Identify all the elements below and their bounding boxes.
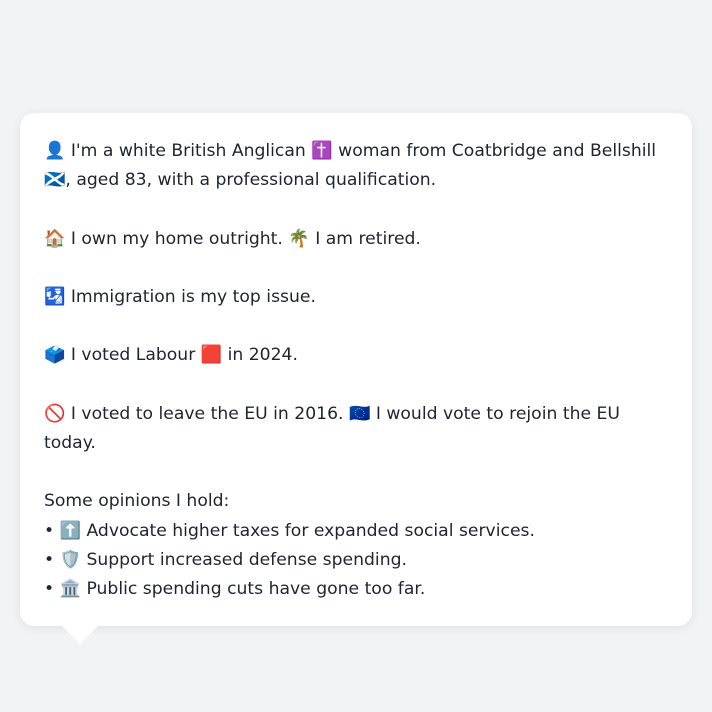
top-issue-text: 🛂 Immigration is my top issue.: [44, 286, 316, 307]
opinions-heading: Some opinions I hold:: [44, 491, 230, 512]
persona-speech-bubble: 👤 I'm a white British Anglican ✝️ woman …: [20, 113, 692, 645]
identity-text: 👤 I'm a white British Anglican ✝️ woman …: [44, 141, 657, 191]
opinion-item: • 🏛️ Public spending cuts have gone too …: [44, 578, 426, 599]
vote-2024-text: 🗳️ I voted Labour 🟥 in 2024.: [44, 345, 298, 366]
speech-bubble-tail: [60, 624, 100, 645]
opinions-list: • ⬆️ Advocate higher taxes for expanded …: [44, 517, 668, 605]
opinion-item: • 🛡️ Support increased defense spending.: [44, 549, 407, 570]
opinion-item: • ⬆️ Advocate higher taxes for expanded …: [44, 520, 535, 541]
eu-vote-text: 🚫 I voted to leave the EU in 2016. 🇪🇺 I …: [44, 403, 620, 453]
home-work-text: 🏠 I own my home outright. 🌴 I am retired…: [44, 228, 421, 249]
